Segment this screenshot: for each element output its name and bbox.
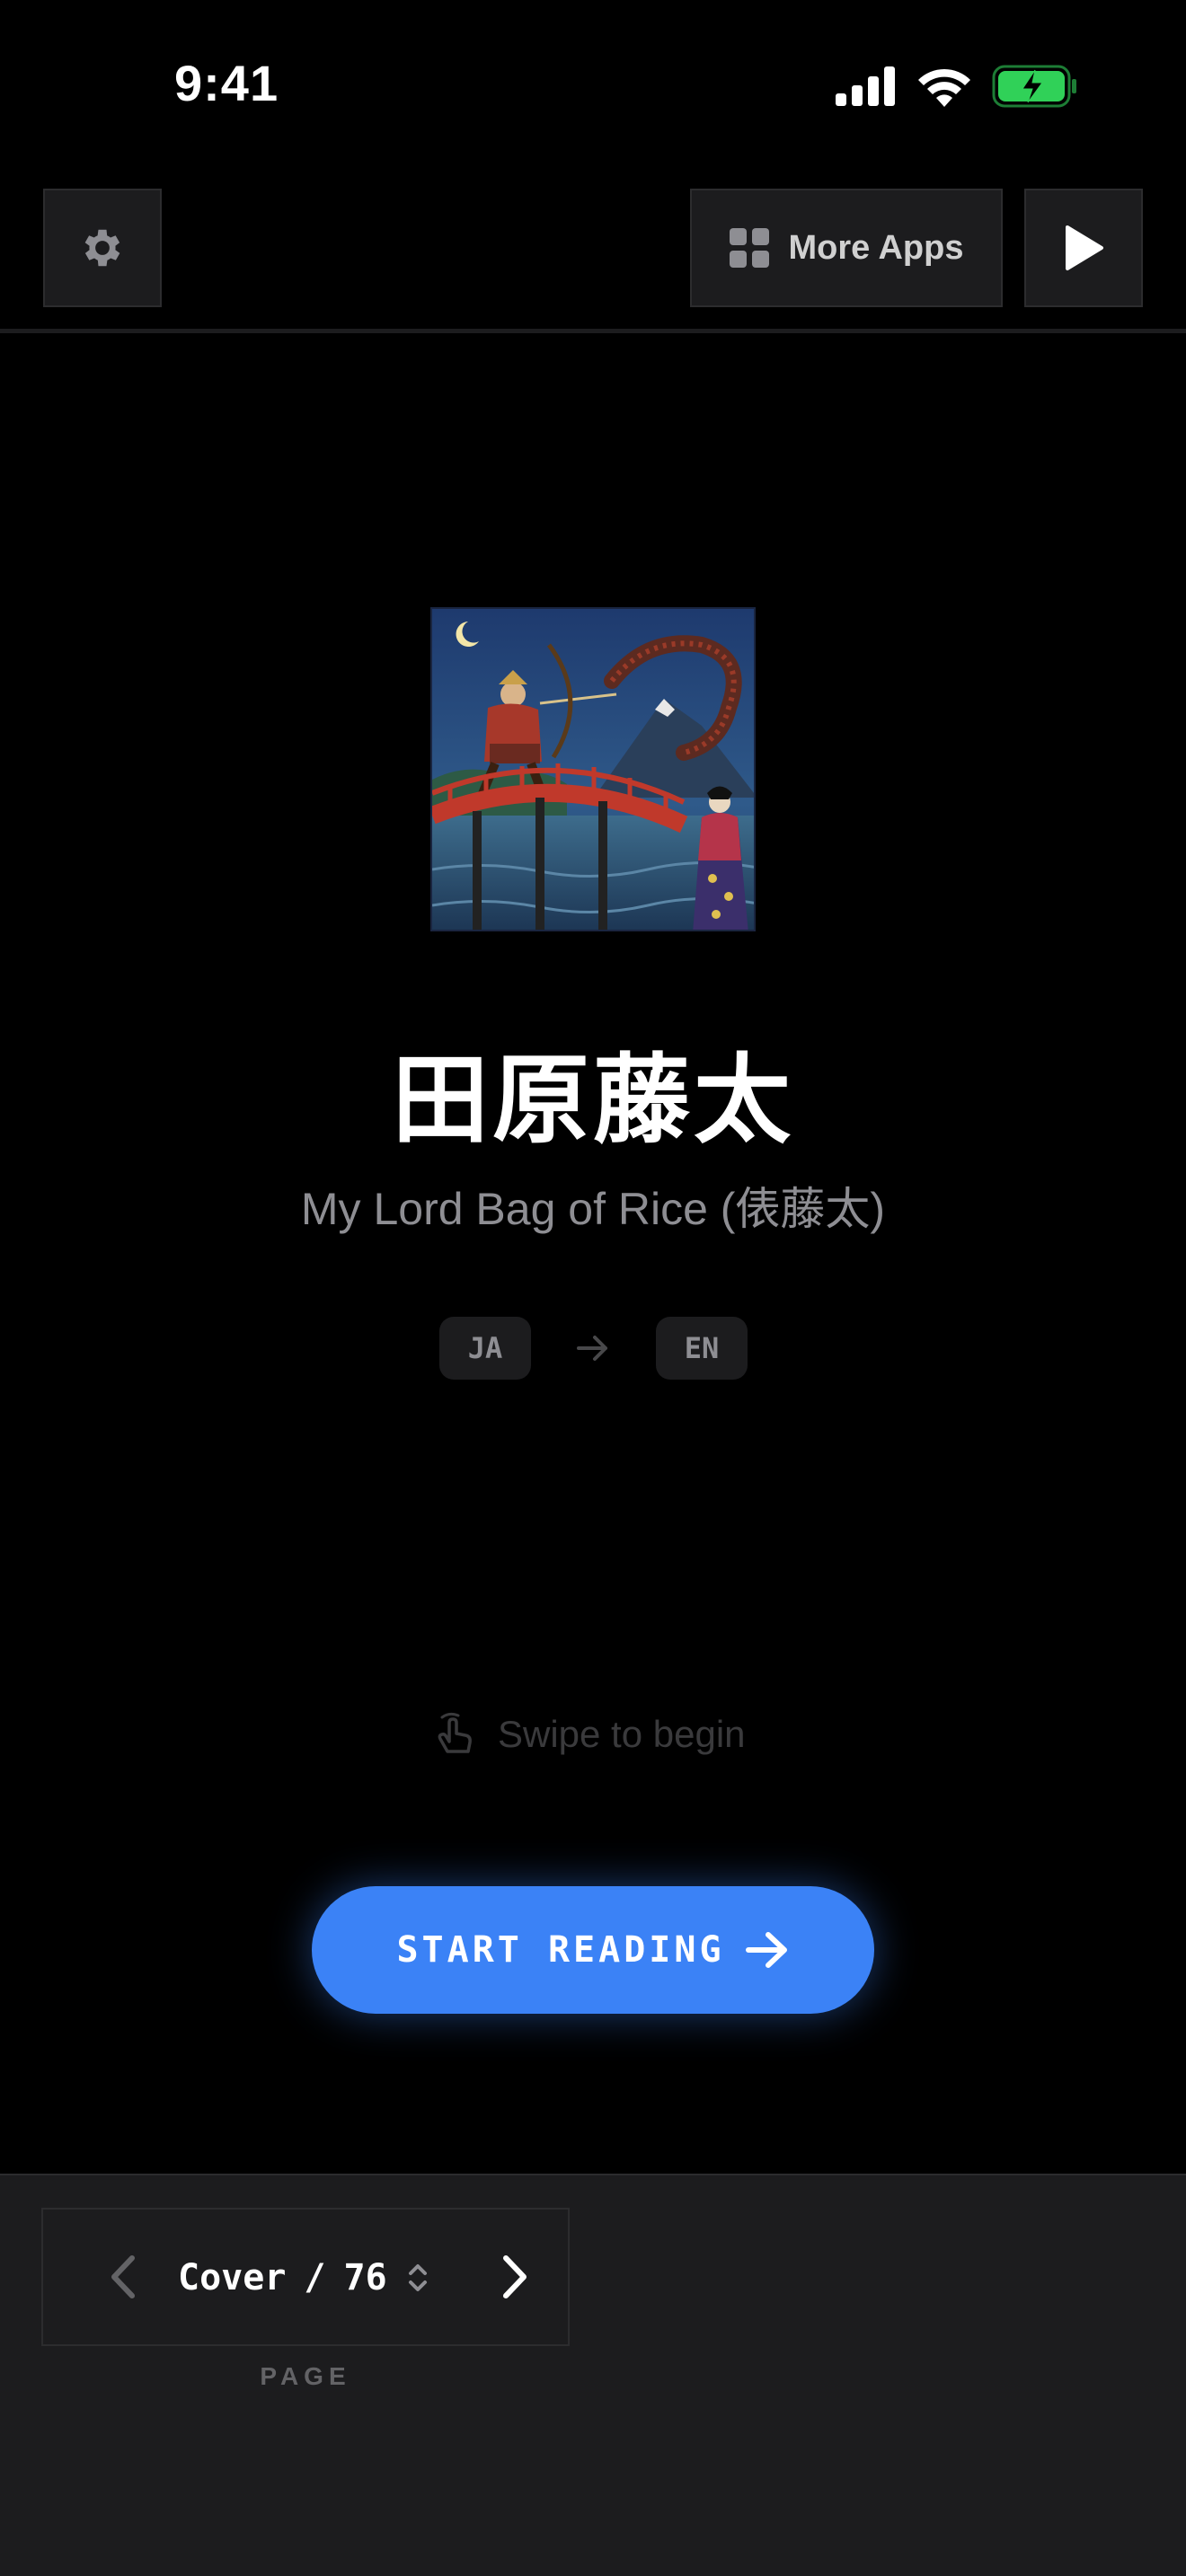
signal-icon (836, 66, 895, 106)
status-icons (836, 63, 1078, 110)
gear-icon (84, 229, 120, 267)
cover-image (430, 607, 756, 931)
book-title: 田原藤太 (391, 1045, 794, 1154)
total-pages: 76 (343, 2257, 387, 2298)
current-page: Cover (178, 2257, 287, 2298)
chevron-right-icon (503, 2255, 527, 2298)
swipe-hint: Swipe to begin (429, 1710, 746, 1759)
wifi-icon (918, 68, 970, 107)
page-separator: / (304, 2257, 326, 2298)
target-language-badge: EN (656, 1317, 748, 1380)
start-reading-label: START READING (396, 1929, 725, 1971)
next-page-button[interactable] (482, 2244, 548, 2310)
header-divider (0, 329, 1186, 333)
chevron-left-icon (111, 2255, 135, 2298)
page-selector[interactable]: Cover / 76 (178, 2242, 430, 2314)
battery-charging-icon (992, 65, 1076, 108)
status-time: 9:41 (174, 55, 279, 111)
source-language-badge: JA (439, 1317, 531, 1380)
more-apps-button[interactable]: More Apps (690, 189, 1003, 307)
page-navigator: Cover / 76 (41, 2208, 570, 2346)
page-label: PAGE (260, 2362, 351, 2390)
arrow-right-icon (745, 1932, 787, 1968)
play-button[interactable] (1024, 189, 1143, 307)
settings-button[interactable] (43, 189, 162, 307)
play-icon (1066, 225, 1103, 270)
more-apps-label: More Apps (788, 228, 964, 267)
hand-swipe-icon (438, 1712, 472, 1753)
swipe-hint-label: Swipe to begin (498, 1713, 746, 1755)
chevron-up-down-icon (408, 2264, 427, 2291)
previous-page-button[interactable] (90, 2244, 156, 2310)
book-subtitle: My Lord Bag of Rice (俵藤太) (300, 1184, 886, 1234)
grid-icon (729, 228, 769, 268)
start-reading-button[interactable]: START READING (312, 1886, 874, 2014)
arrow-right-icon (577, 1336, 607, 1361)
